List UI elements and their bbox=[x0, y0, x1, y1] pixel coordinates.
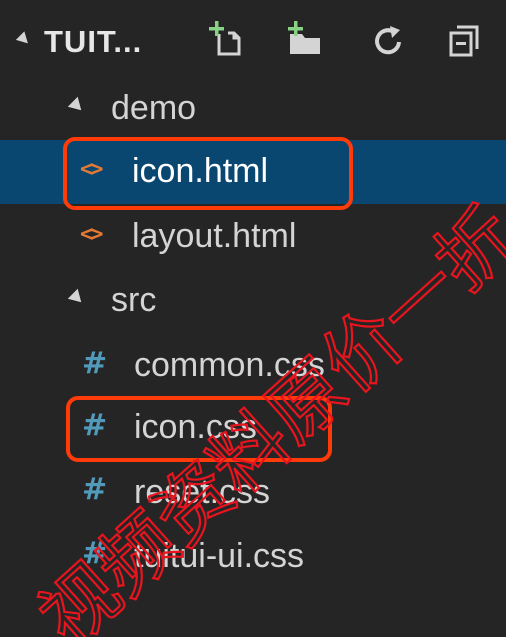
file-layout-html[interactable]: <> layout.html bbox=[0, 204, 506, 268]
highlight-box bbox=[66, 396, 332, 462]
highlight-box bbox=[63, 137, 353, 210]
file-tuitui-ui-css[interactable]: # tuitui-ui.css bbox=[0, 524, 506, 588]
file-label: layout.html bbox=[132, 217, 297, 255]
collapse-caret-icon[interactable] bbox=[15, 31, 33, 48]
folder-expanded-icon bbox=[67, 288, 87, 308]
collapse-all-icon[interactable] bbox=[446, 20, 486, 60]
file-label: reset.css bbox=[134, 473, 271, 511]
file-label: common.css bbox=[134, 346, 325, 384]
file-label: tuitui-ui.css bbox=[134, 537, 305, 575]
explorer-title[interactable]: TUIT... bbox=[44, 24, 142, 60]
css-file-icon: # bbox=[82, 536, 108, 571]
folder-label: demo bbox=[111, 89, 197, 127]
file-reset-css[interactable]: # reset.css bbox=[0, 460, 506, 524]
folder-label: src bbox=[111, 281, 157, 319]
new-folder-icon[interactable] bbox=[284, 20, 324, 60]
file-common-css[interactable]: # common.css bbox=[0, 332, 506, 396]
refresh-icon[interactable] bbox=[368, 20, 408, 60]
new-file-icon[interactable] bbox=[206, 20, 246, 60]
css-file-icon: # bbox=[82, 346, 108, 381]
folder-demo[interactable]: demo bbox=[0, 76, 506, 140]
folder-src[interactable]: src bbox=[0, 268, 506, 332]
html-file-icon: <> bbox=[80, 222, 103, 247]
css-file-icon: # bbox=[82, 472, 108, 507]
explorer-header: TUIT... bbox=[0, 0, 506, 80]
folder-expanded-icon bbox=[67, 96, 87, 116]
